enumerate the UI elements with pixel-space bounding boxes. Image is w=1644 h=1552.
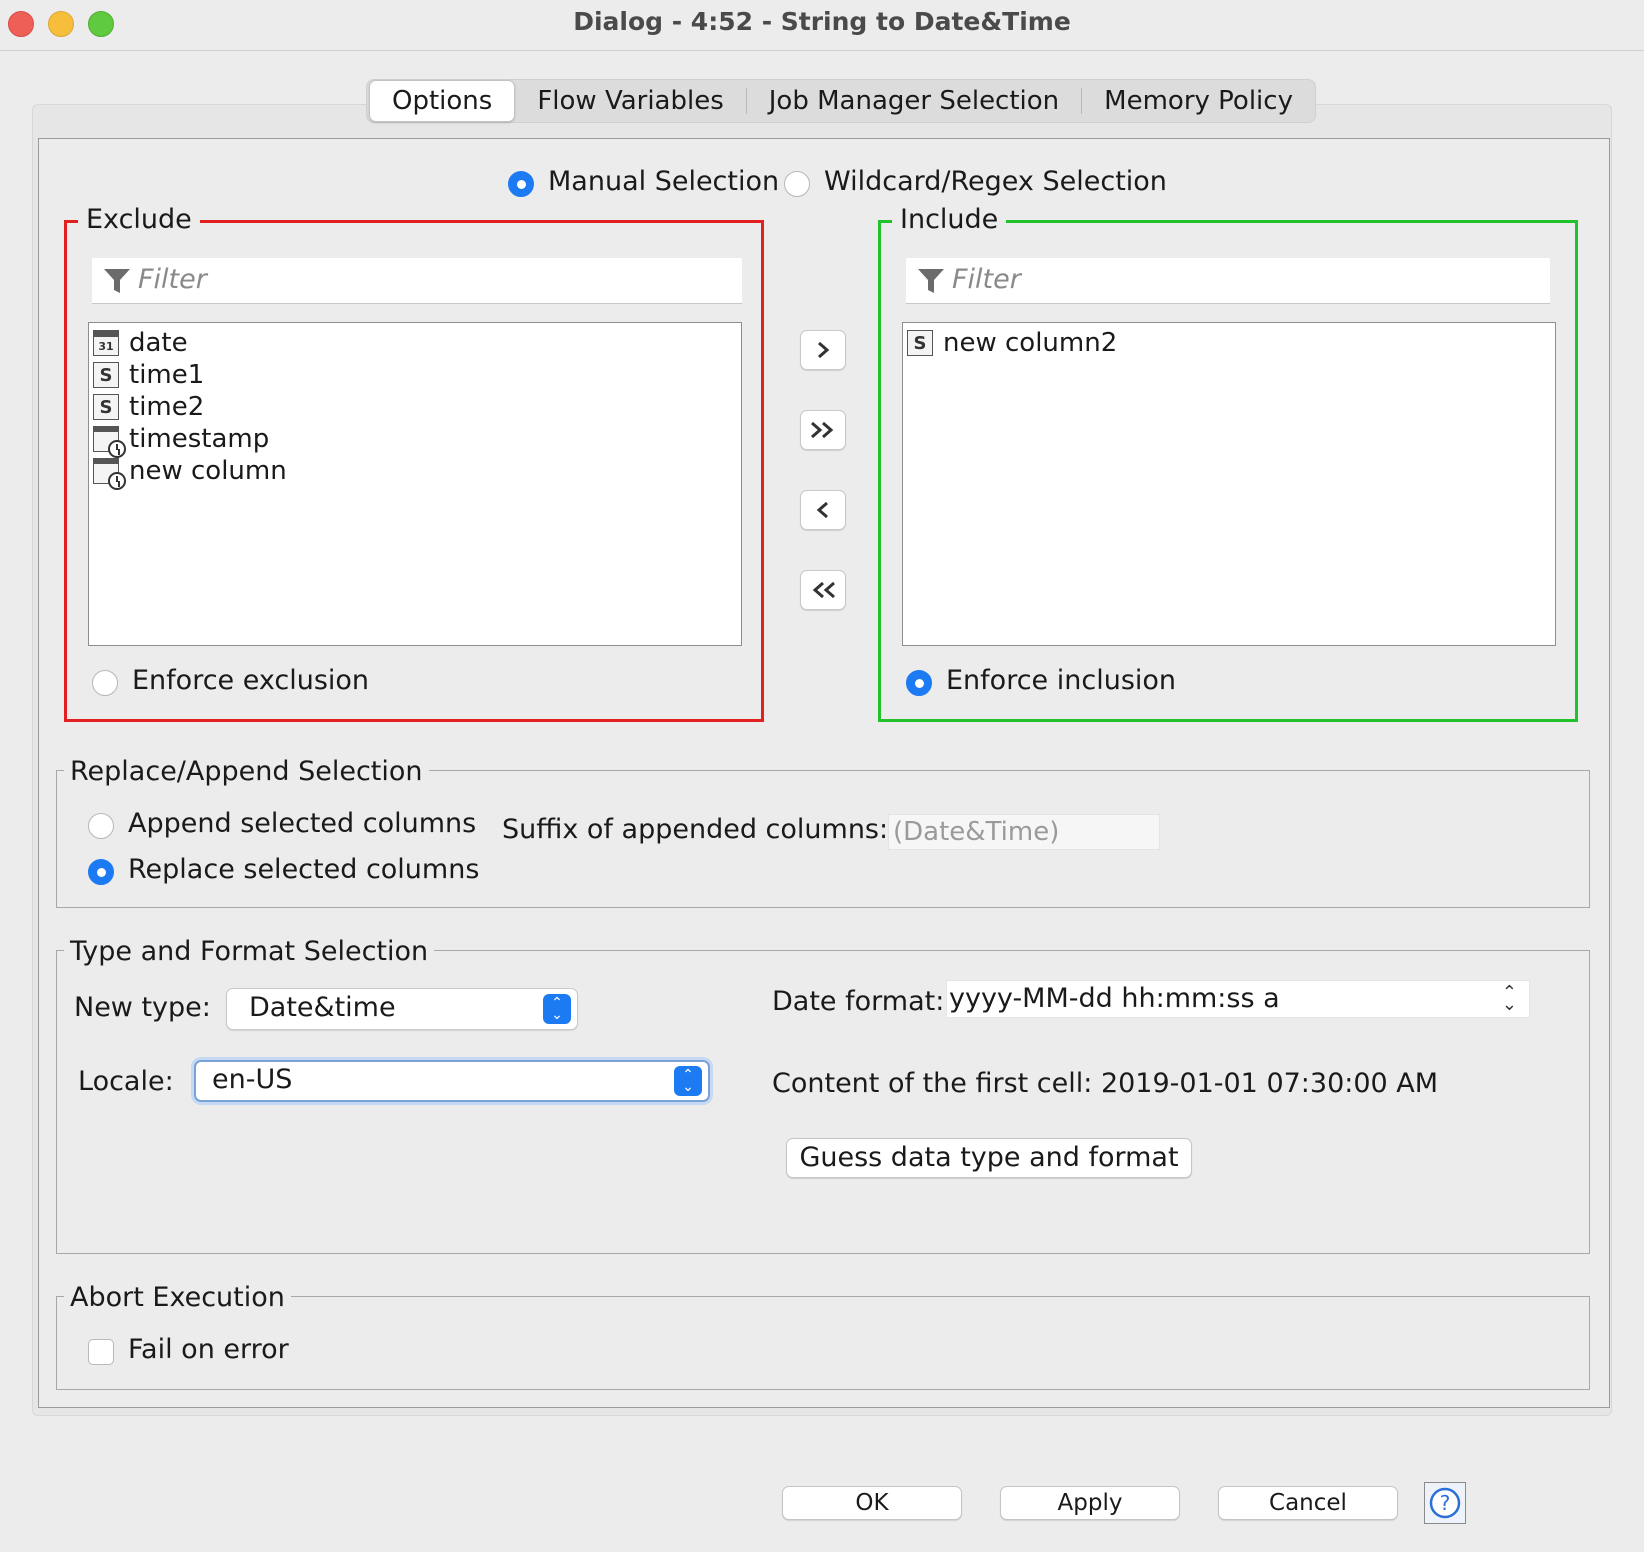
replace-columns-radio[interactable] <box>88 859 114 885</box>
append-columns-radio[interactable] <box>88 813 114 839</box>
column-name: date <box>129 328 188 358</box>
suffix-label: Suffix of appended columns: <box>502 814 889 845</box>
double-chevron-left-icon <box>812 581 835 599</box>
select-arrows-icon: ⌃ ⌄ <box>543 994 571 1024</box>
replace-append-title: Replace/Append Selection <box>64 756 429 787</box>
filter-placeholder: Filter <box>138 264 207 295</box>
tab-bar: Options Flow Variables Job Manager Selec… <box>366 79 1316 123</box>
filter-icon <box>918 269 944 293</box>
datetime-icon <box>93 458 126 490</box>
date-format-value: yyyy-MM-dd hh:mm:ss a <box>949 983 1280 1014</box>
wildcard-selection-label[interactable]: Wildcard/Regex Selection <box>824 166 1167 197</box>
list-item[interactable]: Snew column2 <box>903 327 1555 359</box>
suffix-input[interactable]: (Date&Time) <box>888 814 1160 850</box>
include-column-list[interactable]: Snew column2 <box>902 322 1556 646</box>
help-icon: ? <box>1429 1487 1461 1519</box>
column-name: new column2 <box>943 328 1118 358</box>
datetime-icon <box>93 426 126 458</box>
double-chevron-right-icon <box>811 421 834 439</box>
add-all-button[interactable] <box>800 410 846 450</box>
enforce-exclusion-label[interactable]: Enforce exclusion <box>132 665 369 696</box>
tab-job-manager-selection[interactable]: Job Manager Selection <box>747 81 1081 121</box>
column-name: time2 <box>129 392 205 422</box>
select-arrows-icon: ⌃ ⌄ <box>1501 982 1517 1015</box>
type-format-title: Type and Format Selection <box>64 936 435 967</box>
first-cell-content: Content of the first cell: 2019-01-01 07… <box>772 1068 1439 1099</box>
chevron-left-icon <box>816 501 828 519</box>
exclude-column-list[interactable]: 31 date Stime1 Stime2 timestamp new colum… <box>88 322 742 646</box>
select-arrows-icon: ⌃ ⌄ <box>674 1066 702 1096</box>
column-name: new column <box>129 456 287 486</box>
append-columns-label[interactable]: Append selected columns <box>128 808 476 839</box>
help-button[interactable]: ? <box>1424 1482 1466 1524</box>
string-icon: S <box>93 394 119 420</box>
replace-columns-label[interactable]: Replace selected columns <box>128 854 479 885</box>
remove-all-button[interactable] <box>800 570 846 610</box>
locale-label: Locale: <box>78 1066 174 1097</box>
date-format-label: Date format: <box>772 986 945 1017</box>
remove-selected-button[interactable] <box>800 490 846 530</box>
filter-placeholder: Filter <box>952 264 1021 295</box>
column-name: time1 <box>129 360 205 390</box>
include-title: Include <box>892 204 1007 235</box>
string-icon: S <box>93 362 119 388</box>
tab-memory-policy[interactable]: Memory Policy <box>1082 81 1315 121</box>
chevron-right-icon <box>818 341 830 359</box>
enforce-inclusion-radio[interactable] <box>906 670 932 696</box>
locale-value: en-US <box>212 1064 293 1095</box>
window-title: Dialog - 4:52 - String to Date&Time <box>573 7 1071 36</box>
column-name: timestamp <box>129 424 270 454</box>
new-type-value: Date&time <box>249 992 396 1023</box>
exclude-filter-input[interactable]: Filter <box>92 258 742 304</box>
enforce-exclusion-radio[interactable] <box>92 670 118 696</box>
list-item[interactable]: Stime1 <box>89 359 741 391</box>
date-icon: 31 <box>93 330 119 356</box>
fail-on-error-label[interactable]: Fail on error <box>128 1334 289 1365</box>
include-filter-input[interactable]: Filter <box>906 258 1550 304</box>
wildcard-selection-radio[interactable] <box>784 171 810 197</box>
manual-selection-radio[interactable] <box>508 171 534 197</box>
add-selected-button[interactable] <box>800 330 846 370</box>
svg-text:?: ? <box>1440 1491 1451 1515</box>
filter-icon <box>104 269 130 293</box>
date-format-select[interactable]: yyyy-MM-dd hh:mm:ss a ⌃ ⌄ <box>946 980 1530 1018</box>
manual-selection-label[interactable]: Manual Selection <box>548 166 779 197</box>
locale-select[interactable]: en-US ⌃ ⌄ <box>194 1060 710 1102</box>
exclude-title: Exclude <box>78 204 200 235</box>
list-item[interactable]: 31 date <box>89 327 741 359</box>
string-icon: S <box>907 330 933 356</box>
new-type-label: New type: <box>74 992 211 1023</box>
fail-on-error-checkbox[interactable] <box>88 1339 114 1365</box>
list-item[interactable]: Stime2 <box>89 391 741 423</box>
abort-execution-title: Abort Execution <box>64 1282 291 1313</box>
list-item[interactable]: timestamp <box>89 423 741 458</box>
ok-button[interactable]: OK <box>782 1486 962 1520</box>
new-type-select[interactable]: Date&time ⌃ ⌄ <box>226 988 578 1030</box>
enforce-inclusion-label[interactable]: Enforce inclusion <box>946 665 1176 696</box>
tab-flow-variables[interactable]: Flow Variables <box>515 81 745 121</box>
list-item[interactable]: new column <box>89 455 741 490</box>
apply-button[interactable]: Apply <box>1000 1486 1180 1520</box>
cancel-button[interactable]: Cancel <box>1218 1486 1398 1520</box>
tab-options[interactable]: Options <box>369 80 516 122</box>
guess-format-button[interactable]: Guess data type and format <box>786 1138 1192 1178</box>
